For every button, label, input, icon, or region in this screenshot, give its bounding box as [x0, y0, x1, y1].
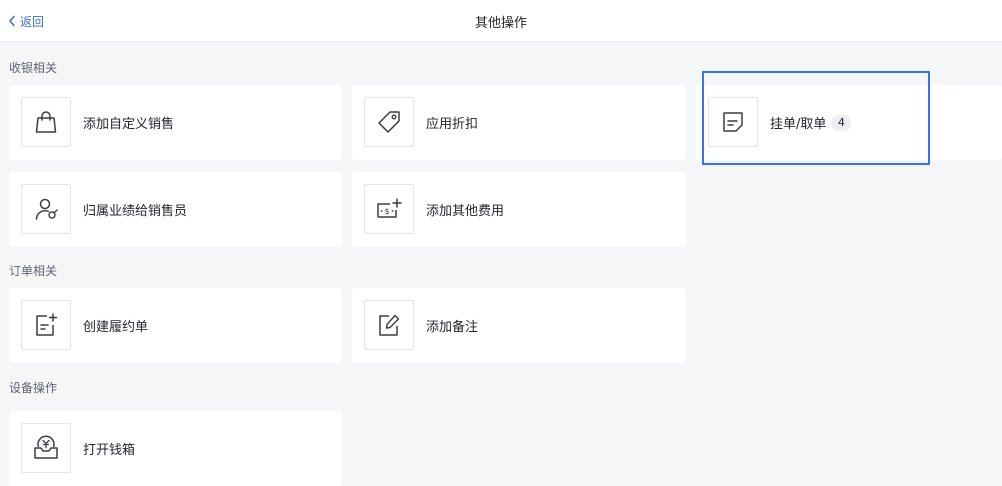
edit-note-icon: [379, 314, 400, 336]
assign-salesperson-button[interactable]: 归属业绩给销售员: [9, 172, 342, 247]
section-title-order: 订单相关: [9, 264, 58, 278]
hold-retrieve-order-button[interactable]: 挂单/取单 4: [696, 85, 1002, 160]
page-title: 其他操作: [474, 16, 527, 31]
card-label: 添加其他费用: [426, 204, 505, 219]
open-cash-drawer-button[interactable]: 打开钱箱: [9, 411, 342, 486]
document-add-icon: [36, 313, 58, 336]
card-label: 挂单/取单 4: [770, 85, 852, 160]
note-icon: [723, 112, 743, 132]
icon-box: [364, 97, 414, 147]
icon-box: [21, 184, 71, 234]
card-label: 打开钱箱: [83, 443, 136, 458]
card-label: 添加备注: [426, 320, 479, 335]
icon-box: [21, 423, 71, 473]
icon-box: $: [364, 184, 414, 234]
icon-box: [21, 300, 71, 350]
price-tag-icon: [378, 111, 400, 133]
top-bar: 返回 其他操作: [0, 0, 1002, 42]
add-note-button[interactable]: 添加备注: [352, 288, 686, 363]
add-other-fees-button[interactable]: $ 添加其他费用: [352, 172, 686, 247]
apply-discount-button[interactable]: 应用折扣: [352, 85, 686, 160]
icon-box: [21, 97, 71, 147]
add-custom-sale-button[interactable]: 添加自定义销售: [9, 85, 342, 160]
create-fulfillment-order-button[interactable]: 创建履约单: [9, 288, 342, 363]
section-title-cashier: 收银相关: [9, 61, 58, 75]
icon-box: [364, 300, 414, 350]
card-label: 应用折扣: [426, 117, 479, 132]
user-badge-icon: [35, 198, 58, 220]
cash-drawer-icon: [34, 435, 58, 459]
card-label: 创建履约单: [83, 320, 149, 335]
svg-text:$: $: [384, 207, 389, 216]
cash-plus-icon: $: [377, 198, 402, 218]
card-label: 归属业绩给销售员: [83, 204, 188, 219]
section-title-device: 设备操作: [9, 381, 58, 395]
card-label-text: 挂单/取单: [770, 117, 827, 132]
icon-box: [708, 97, 758, 147]
count-badge: 4: [831, 114, 852, 131]
shopping-bag-icon: [35, 111, 57, 133]
card-label: 添加自定义销售: [83, 117, 175, 132]
